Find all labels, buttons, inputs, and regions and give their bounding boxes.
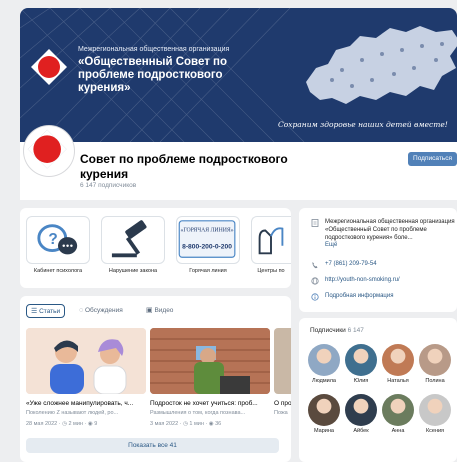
hands-icon: [258, 227, 284, 255]
eye-icon: ◉: [87, 421, 93, 427]
group-cover: Межрегиональная общественная организация…: [20, 8, 457, 142]
article-image[interactable]: [150, 328, 270, 394]
tab-video[interactable]: ▣ Видео: [142, 304, 177, 318]
subscribe-button[interactable]: Подписаться: [408, 152, 457, 166]
link-law-violation[interactable]: [101, 216, 165, 264]
article-icon: ☰: [31, 308, 38, 315]
article-image[interactable]: [274, 328, 291, 394]
comment-icon: ◌: [79, 307, 84, 314]
member-avatar[interactable]: [308, 394, 340, 426]
svg-text:?: ?: [48, 231, 57, 248]
article-subtitle: Размышления о том, когда познава...: [150, 410, 246, 416]
members-count: 6 147: [347, 327, 364, 334]
article-illustration-icon: [26, 328, 146, 394]
article-date: 3 мая 2022: [150, 421, 179, 427]
hotline-card-phone: 8-800-200-0-200: [182, 244, 232, 251]
link-centers[interactable]: [251, 216, 291, 264]
members-title[interactable]: Подписчики 6 147: [310, 327, 364, 334]
hotline-card-icon: «ГОРЯЧАЯ ЛИНИЯ» 8-800-200-0-200: [178, 220, 236, 258]
hotline-card-title: «ГОРЯЧАЯ ЛИНИЯ»: [180, 227, 233, 233]
phone-icon: [312, 262, 318, 269]
member-avatar[interactable]: [308, 344, 340, 376]
show-all-articles-button[interactable]: Показать все 41: [26, 438, 279, 453]
member-name[interactable]: Юлия: [341, 378, 381, 384]
chat-bubbles-icon: ?: [37, 224, 78, 255]
members-title-label: Подписчики: [310, 327, 346, 334]
article-meta: 3 мая 2022 · ◷ 1 мин · ◉ 36: [150, 421, 222, 427]
member-avatar[interactable]: [382, 394, 414, 426]
logo-icon: [27, 129, 67, 169]
member-name[interactable]: Анна: [378, 428, 418, 434]
article-subtitle: Пожа: [274, 410, 288, 416]
description-more-link[interactable]: Ещё: [325, 242, 337, 248]
info-circle-icon: [311, 293, 319, 301]
link-label-centers: Центры по: [257, 268, 285, 274]
link-psychologist[interactable]: ?: [26, 216, 90, 264]
page-title: Совет по проблеме подросткового курения: [80, 152, 288, 181]
eye-icon: ◉: [208, 421, 214, 427]
member-avatar[interactable]: [419, 394, 451, 426]
article-title[interactable]: О про: [274, 400, 291, 407]
subscriber-count[interactable]: 6 147 подписчиков: [80, 182, 136, 189]
member-name[interactable]: Наталья: [378, 378, 418, 384]
tab-video-label: Видео: [154, 307, 174, 314]
member-name[interactable]: Марина: [304, 428, 344, 434]
article-views: 36: [215, 421, 222, 427]
clock-icon: ◷: [62, 421, 67, 427]
link-label-psychologist: Кабинет психолога: [33, 268, 83, 274]
page: Межрегиональная общественная организация…: [0, 0, 457, 462]
link-label-hotline: Горячая линия: [189, 268, 227, 274]
cover-org-name: «Общественный Совет по проблеме подростк…: [78, 56, 228, 94]
cover-slogan: Сохраним здоровье наших детей вместе!: [278, 120, 448, 129]
russia-map-icon: [306, 26, 457, 104]
member-name[interactable]: Людмила: [304, 378, 344, 384]
website-link[interactable]: http://youth-non-smoking.ru/: [325, 277, 400, 283]
video-icon: ▣: [146, 307, 153, 314]
article-title[interactable]: «Уже сложнее манипулировать, ч...: [26, 400, 148, 407]
article-image[interactable]: [26, 328, 146, 394]
article-subtitle: Поколению Z называют людей, ро...: [26, 410, 119, 416]
member-avatar[interactable]: [419, 344, 451, 376]
link-label-law: Нарушение закона: [108, 268, 158, 274]
article-views: 9: [94, 421, 98, 427]
members-block: [299, 318, 457, 462]
clock-icon: ◷: [183, 421, 188, 427]
member-avatar[interactable]: [382, 344, 414, 376]
cover-org-type: Межрегиональная общественная организация: [78, 46, 230, 53]
article-date: 28 мая 2022: [26, 421, 58, 427]
details-link[interactable]: Подробная информация: [325, 293, 393, 299]
gavel-icon: [111, 220, 147, 258]
member-name[interactable]: Айбек: [341, 428, 381, 434]
article-meta: 28 мая 2022 · ◷ 2 мин · ◉ 9: [26, 421, 98, 427]
logo-icon: [31, 49, 67, 85]
member-avatar[interactable]: [345, 394, 377, 426]
group-avatar[interactable]: [24, 126, 74, 176]
article-title[interactable]: Подросток не хочет учиться: проб...: [150, 400, 272, 407]
tab-discussions[interactable]: ◌ Обсуждения: [75, 304, 127, 318]
info-icon: [311, 219, 319, 227]
tab-articles-label: Статьи: [39, 308, 61, 315]
globe-icon: [311, 277, 319, 285]
member-name[interactable]: Полина: [415, 378, 455, 384]
member-avatar[interactable]: [345, 344, 377, 376]
article-read-time: 2 мин: [68, 421, 83, 427]
link-hotline[interactable]: «ГОРЯЧАЯ ЛИНИЯ» 8-800-200-0-200: [176, 216, 240, 264]
member-name[interactable]: Ксения: [415, 428, 455, 434]
tab-discussions-label: Обсуждения: [84, 307, 123, 314]
article-photo-icon: [150, 328, 270, 394]
tab-articles[interactable]: ☰ Статьи: [26, 304, 66, 318]
contact-phone[interactable]: +7 (861) 209-79-54: [325, 261, 377, 267]
group-description: Межрегиональная общественная организация…: [325, 219, 455, 241]
article-read-time: 1 мин: [189, 421, 204, 427]
